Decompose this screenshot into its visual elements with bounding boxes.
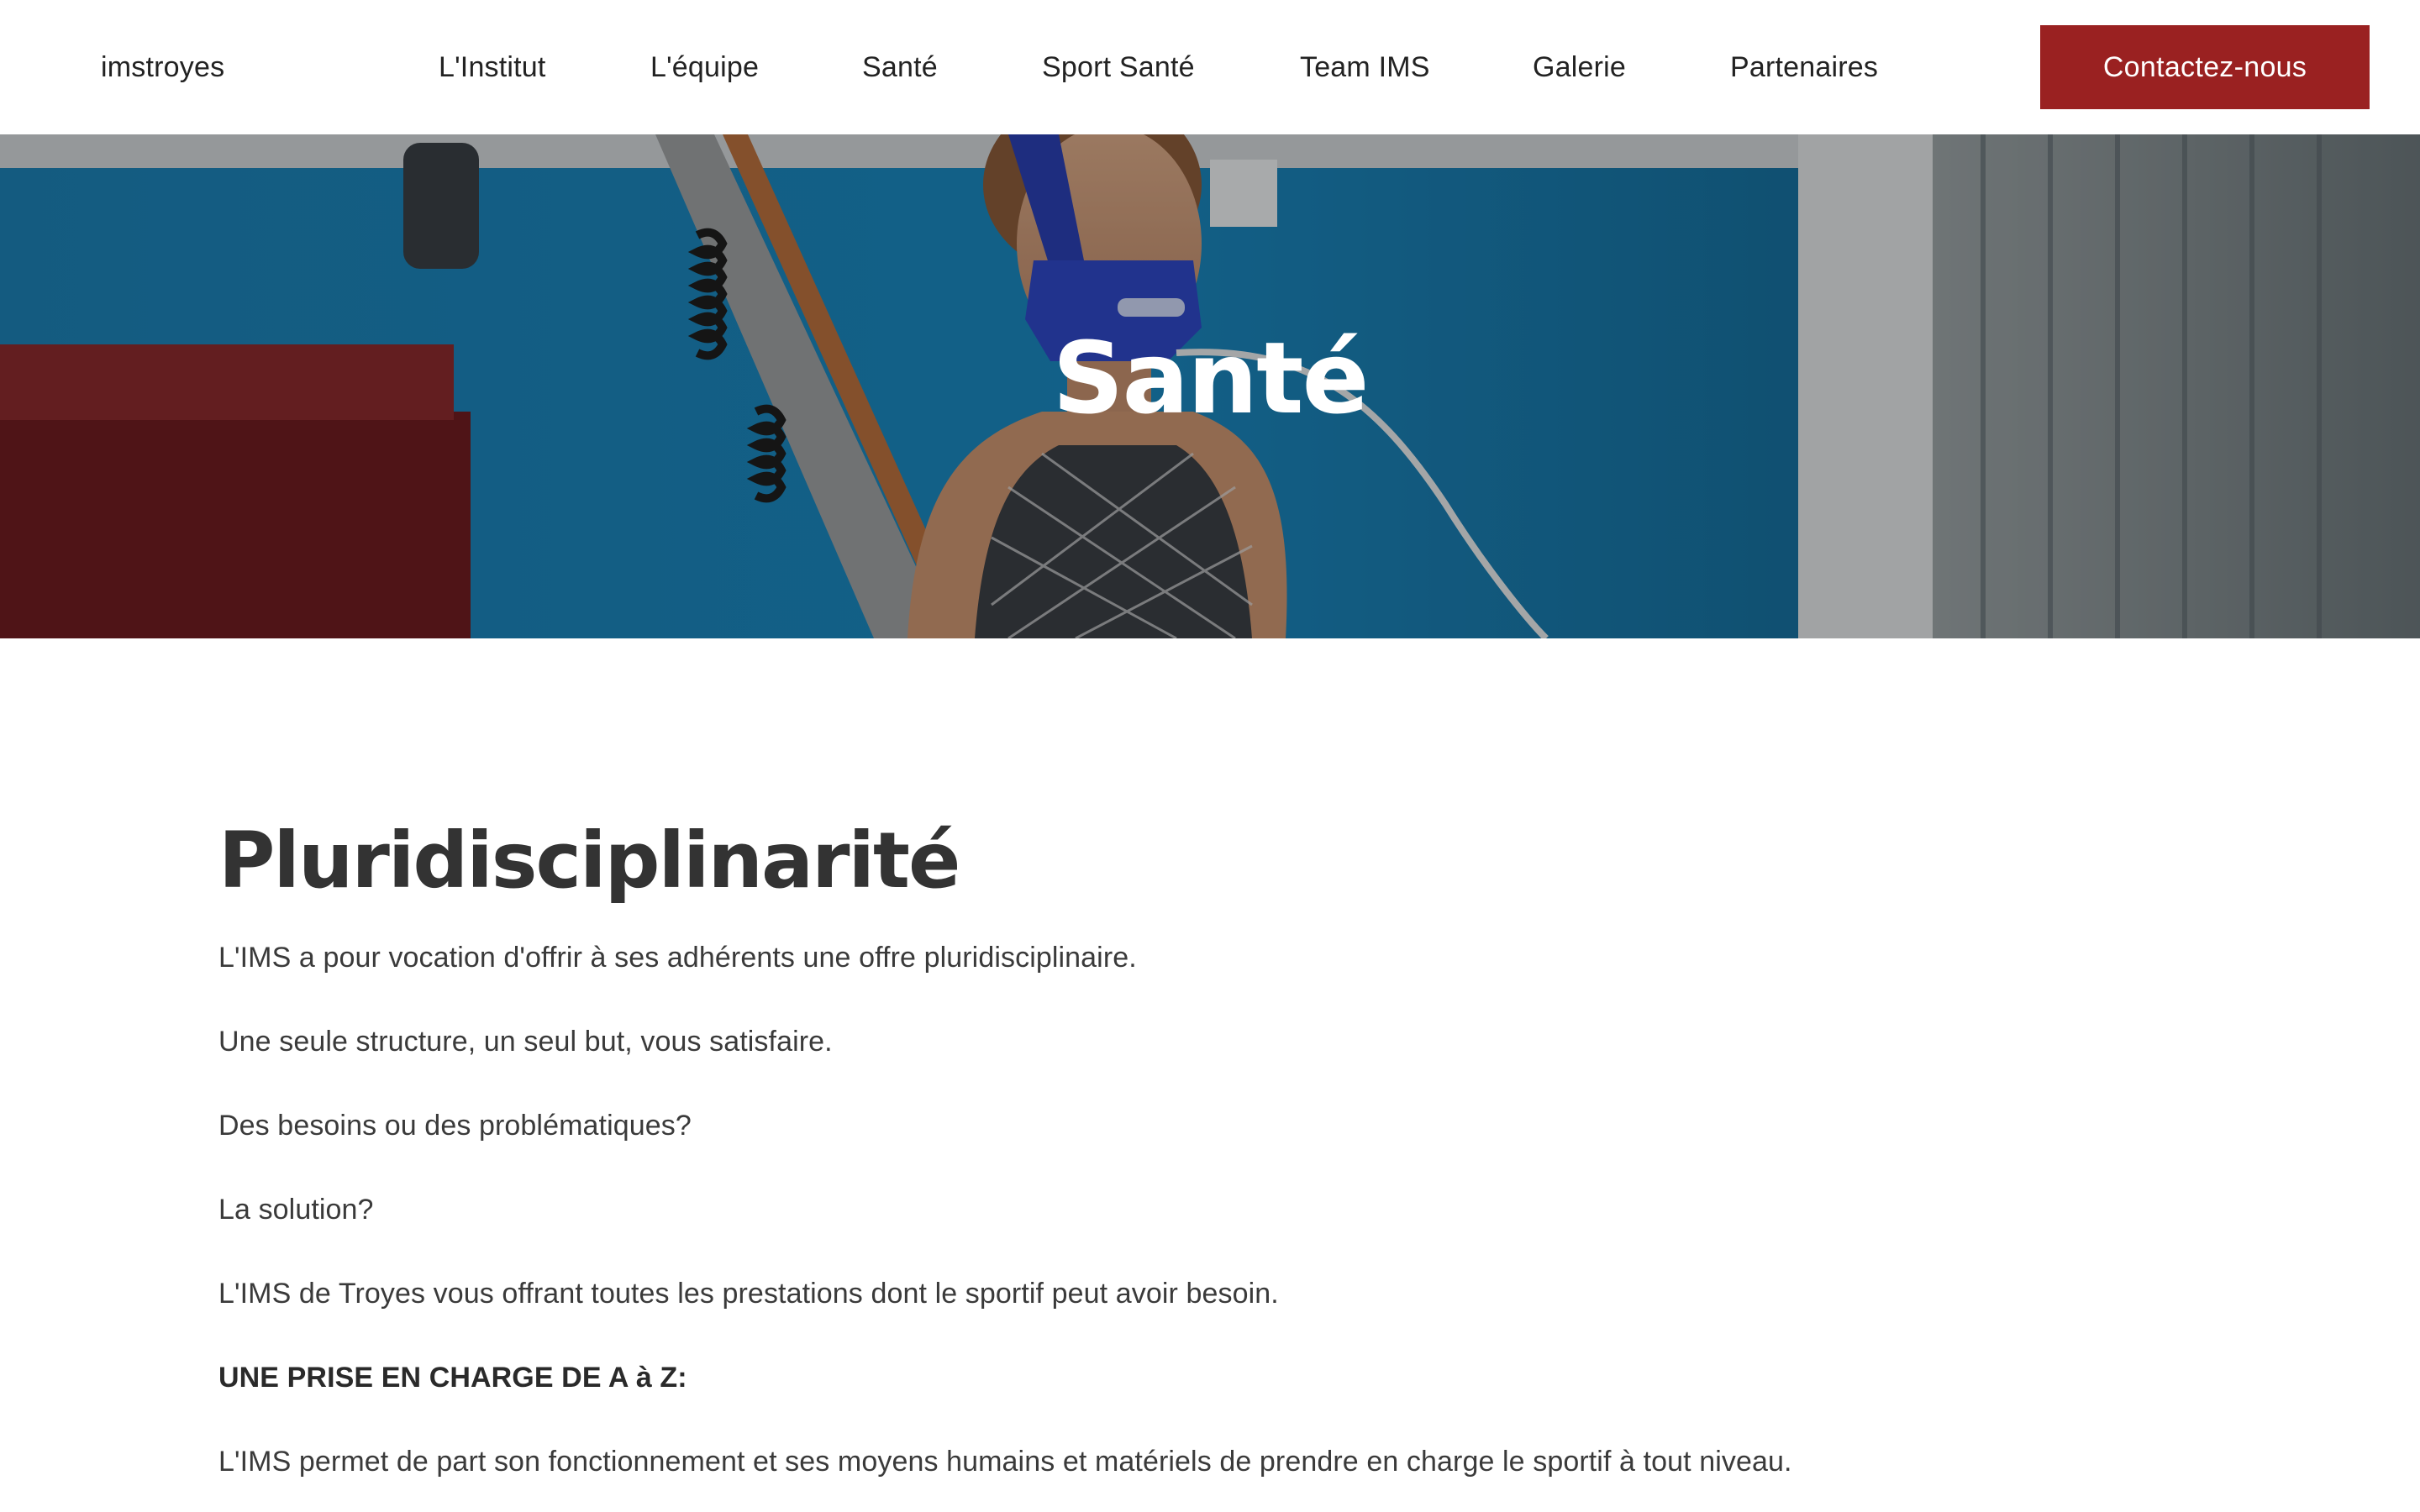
paragraph: Une seule structure, un seul but, vous s… xyxy=(218,1026,833,1058)
site-header: imstroyes L'Institut L'équipe Santé Spor… xyxy=(0,0,2420,134)
nav-item-sport-sante[interactable]: Sport Santé xyxy=(1042,42,1195,92)
nav-item-team-ims[interactable]: Team IMS xyxy=(1300,42,1430,92)
nav-item-institut[interactable]: L'Institut xyxy=(439,42,546,92)
paragraph: L'IMS a pour vocation d'offrir à ses adh… xyxy=(218,942,1137,974)
paragraph: Des besoins ou des problématiques? xyxy=(218,1110,692,1142)
main-content: Pluridisciplinarité L'IMS a pour vocatio… xyxy=(218,806,2202,1478)
paragraph: La solution? xyxy=(218,1194,374,1226)
paragraph: L'IMS de Troyes vous offrant toutes les … xyxy=(218,1278,1279,1310)
paragraph: L'IMS permet de part son fonctionnement … xyxy=(218,1446,1792,1478)
nav-item-partenaires[interactable]: Partenaires xyxy=(1730,42,1878,92)
brand-logo-link[interactable]: imstroyes xyxy=(101,42,224,92)
nav-item-galerie[interactable]: Galerie xyxy=(1533,42,1626,92)
section-title: Pluridisciplinarité xyxy=(218,816,960,906)
hero-banner: Santé xyxy=(0,134,2420,638)
subheading: UNE PRISE EN CHARGE DE A à Z: xyxy=(218,1362,687,1394)
nav-item-sante[interactable]: Santé xyxy=(862,42,938,92)
contact-button[interactable]: Contactez-nous xyxy=(2040,25,2370,109)
hero-title: Santé xyxy=(1052,320,1369,436)
nav-item-equipe[interactable]: L'équipe xyxy=(650,42,759,92)
